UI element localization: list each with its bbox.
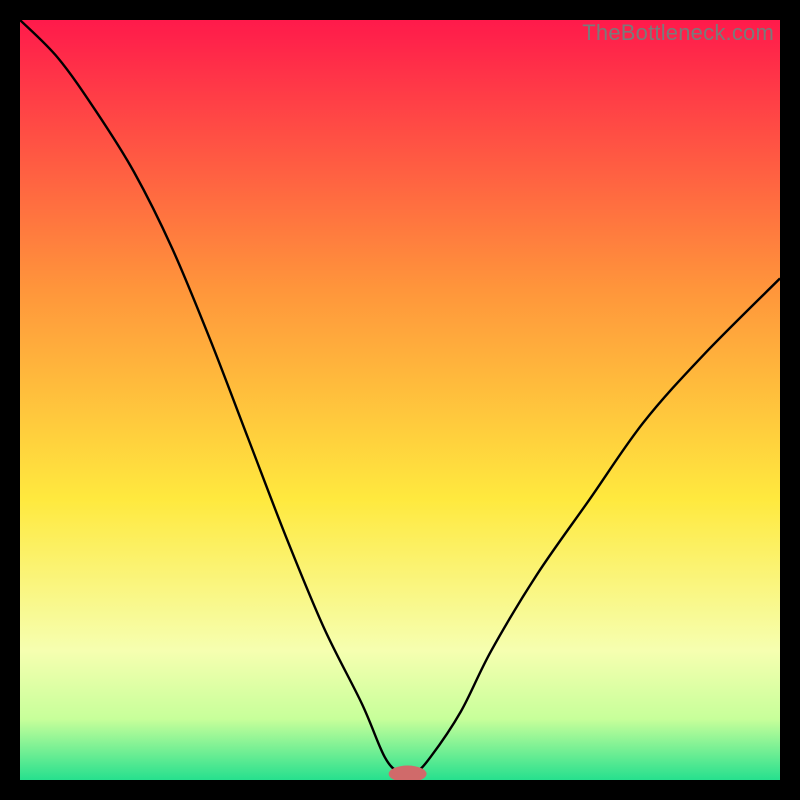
chart-frame: TheBottleneck.com bbox=[0, 0, 800, 800]
bottleneck-chart bbox=[20, 20, 780, 780]
gradient-background bbox=[20, 20, 780, 780]
watermark-text: TheBottleneck.com bbox=[582, 20, 774, 46]
plot-area: TheBottleneck.com bbox=[20, 20, 780, 780]
